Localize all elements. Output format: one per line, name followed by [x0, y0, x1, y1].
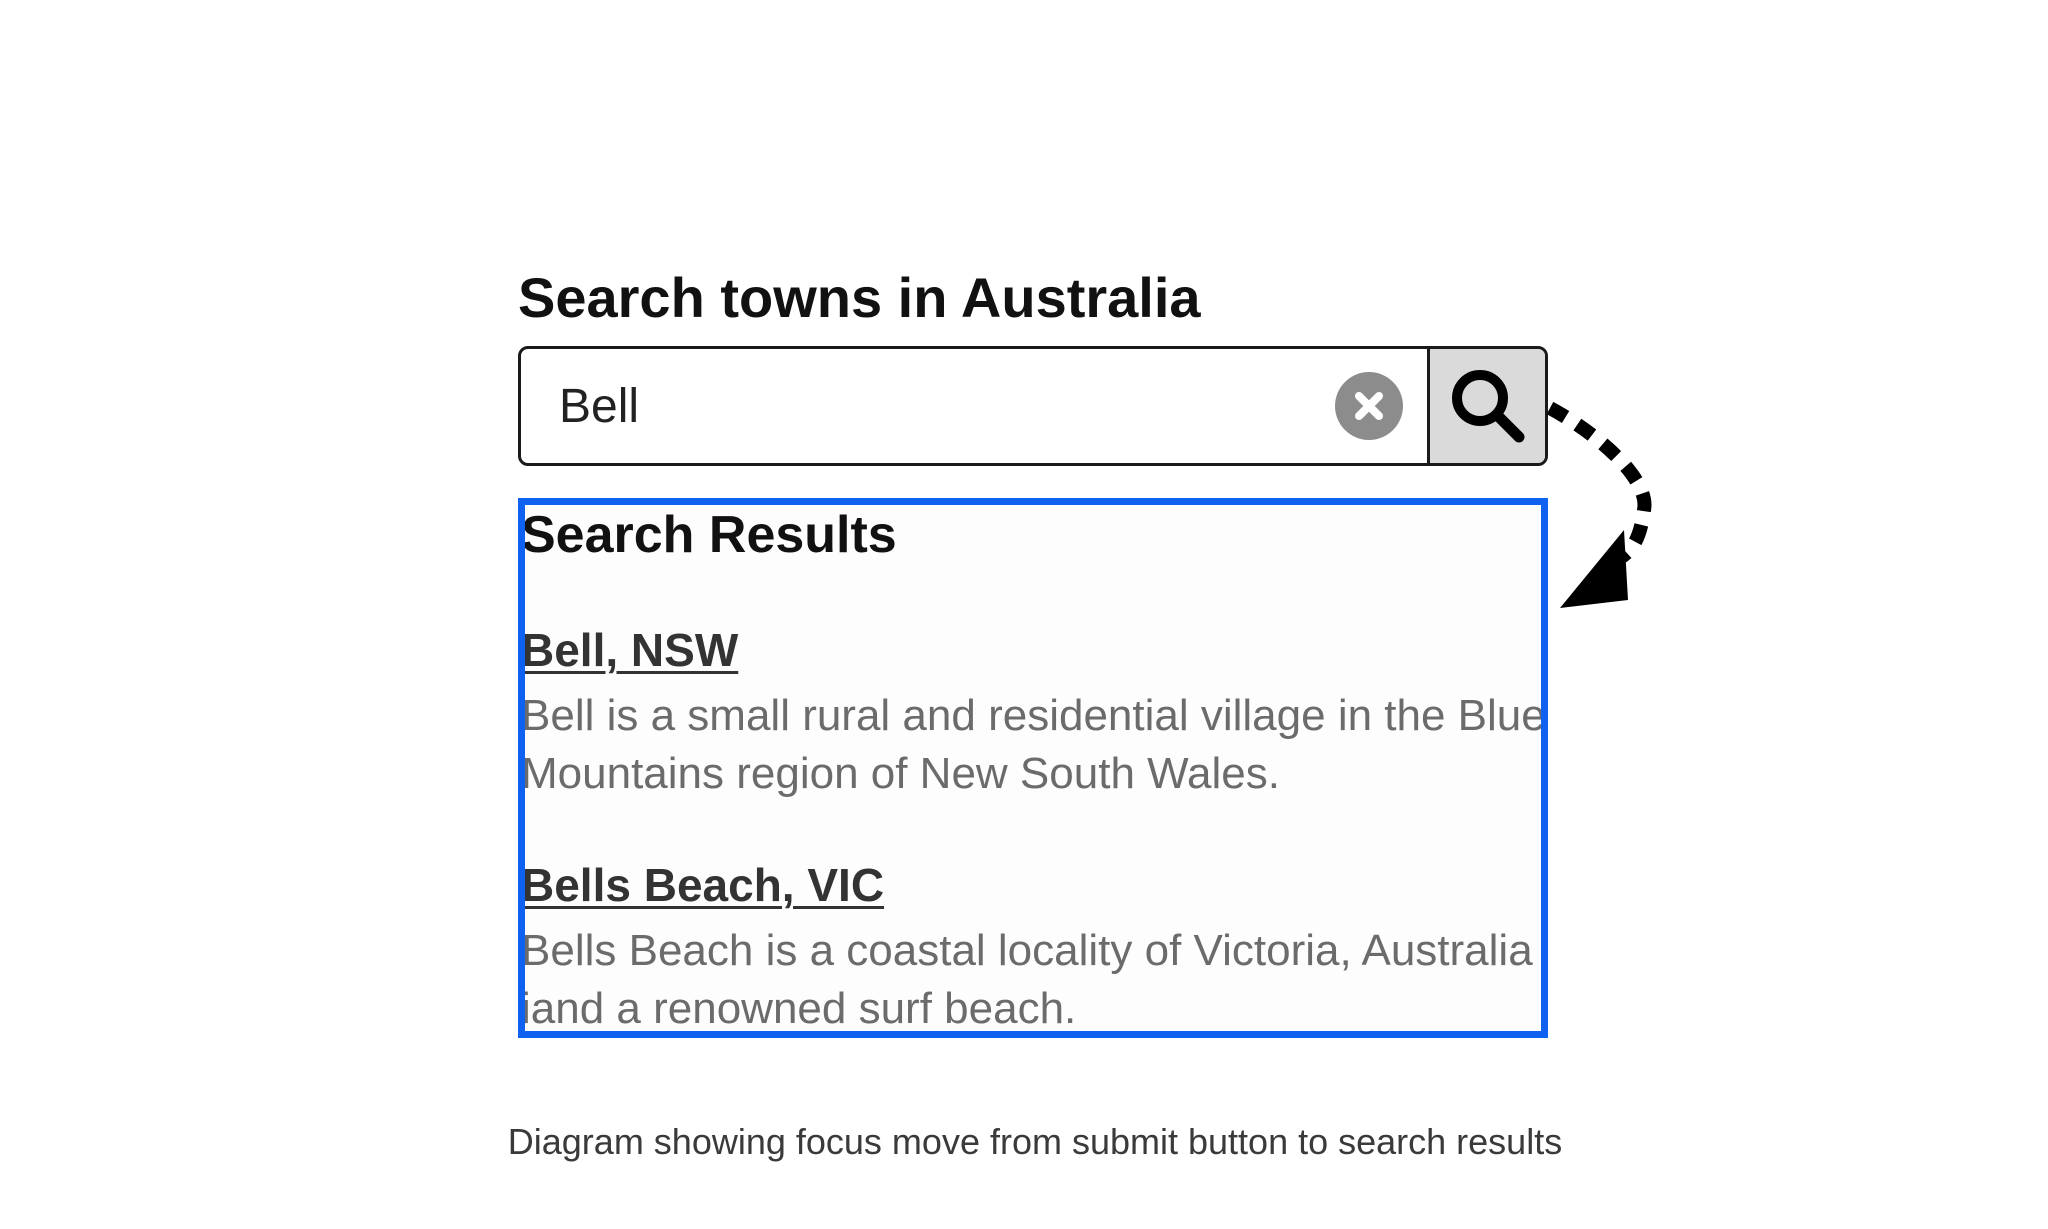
clear-button[interactable] — [1335, 372, 1403, 440]
magnifying-glass-icon — [1451, 370, 1524, 443]
result-item: Bells Beach, VIC Bells Beach is a coasta… — [521, 856, 1541, 1033]
result-description: Bell is a small rural and residential vi… — [521, 691, 1546, 798]
result-description: Bells Beach is a coastal locality of Vic… — [521, 926, 1533, 1033]
result-link-bells-beach-vic[interactable]: Bells Beach, VIC — [525, 856, 1541, 914]
submit-button[interactable] — [1427, 349, 1545, 463]
search-bar — [518, 346, 1548, 466]
result-link-bell-nsw[interactable]: Bell, NSW — [525, 621, 1541, 679]
result-item: Bell, NSW Bell is a small rural and resi… — [521, 621, 1546, 803]
dotted-curved-arrow-icon — [1546, 401, 1652, 608]
search-results-panel: Search Results Bell, NSW Bell is a small… — [518, 498, 1548, 1038]
search-input[interactable] — [521, 349, 1335, 463]
diagram-caption: Diagram showing focus move from submit b… — [507, 1121, 1563, 1162]
clear-x-circle-icon — [1355, 392, 1383, 420]
search-results-heading: Search Results — [521, 506, 897, 564]
search-heading: Search towns in Australia — [518, 266, 1201, 329]
